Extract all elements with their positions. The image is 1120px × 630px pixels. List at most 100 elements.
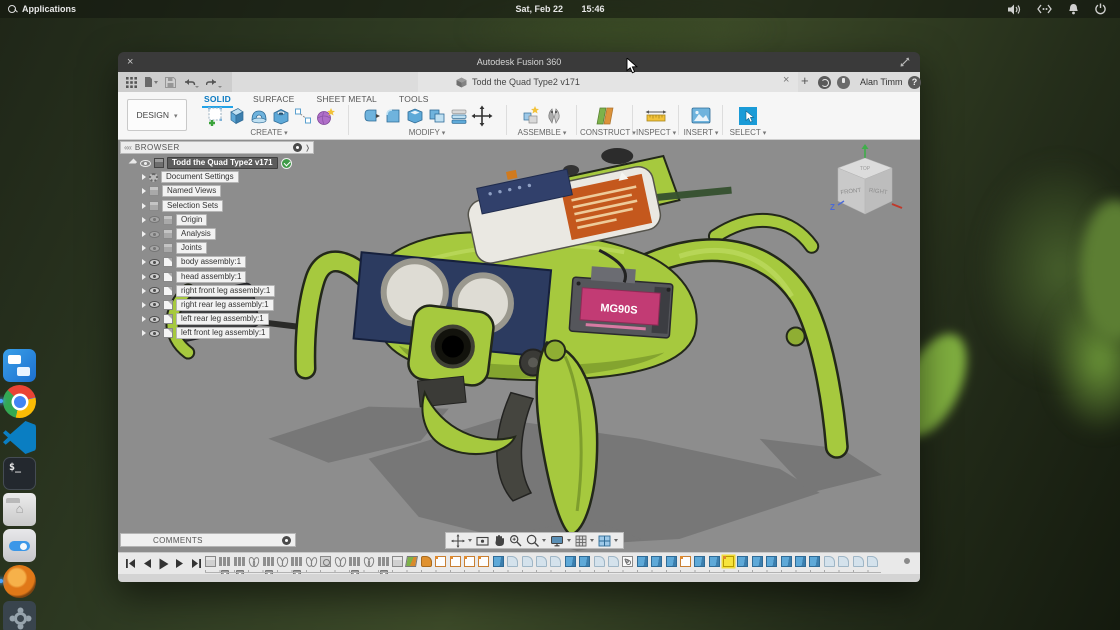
clock[interactable]: Sat, Feb 22 15:46 [0, 4, 1120, 14]
zoom-icon[interactable] [509, 534, 522, 547]
timeline-feature-fillet[interactable] [507, 556, 519, 567]
browser-item[interactable]: Document Settings [120, 170, 314, 184]
viewport-canvas[interactable]: MG90S TOP FRONT RIGHT Z «« BROWSER ❭ Tod… [118, 140, 920, 552]
timeline-feature-joint[interactable] [306, 556, 317, 567]
chevron-down-icon[interactable] [590, 539, 594, 542]
collapse-panel-icon[interactable] [121, 143, 135, 152]
timeline-feature-sketch[interactable] [679, 556, 691, 567]
revolve-icon[interactable] [249, 106, 269, 126]
network-icon[interactable] [1037, 4, 1052, 14]
extensions-icon[interactable] [818, 75, 831, 89]
create-form-icon[interactable] [315, 106, 335, 126]
timeline-feature-joint[interactable] [277, 556, 288, 567]
step-back-icon[interactable] [142, 558, 152, 569]
zoom-window-icon[interactable] [526, 534, 539, 547]
visibility-eye-icon[interactable] [149, 273, 160, 281]
timeline-feature-joint[interactable] [248, 556, 259, 567]
timeline-feature-link[interactable] [622, 556, 634, 567]
browser-item[interactable]: left front leg assembly:1 [120, 326, 314, 340]
chevron-right-icon[interactable] [305, 143, 313, 152]
visibility-eye-icon[interactable] [149, 287, 160, 295]
redo-icon[interactable] [206, 77, 222, 88]
step-forward-icon[interactable] [175, 558, 185, 569]
expand-arrow-icon[interactable] [142, 216, 146, 223]
panel-options-icon[interactable] [292, 143, 302, 152]
timeline-feature-extrude[interactable] [694, 556, 706, 567]
pan-icon[interactable] [493, 534, 505, 547]
timeline-feature-comp[interactable] [233, 557, 245, 577]
browser-item[interactable]: Origin [120, 213, 314, 227]
timeline-feature-extrude[interactable] [766, 556, 778, 567]
volume-icon[interactable] [1008, 4, 1021, 15]
workspace-switcher[interactable]: DESIGN [127, 99, 187, 131]
visibility-eye-icon[interactable] [149, 244, 160, 252]
browser-item[interactable]: right rear leg assembly:1 [120, 298, 314, 312]
expand-arrow-icon[interactable] [142, 202, 146, 209]
dock-system-gear-icon[interactable] [3, 601, 36, 630]
view-cube[interactable]: TOP FRONT RIGHT Z [828, 144, 906, 222]
timeline-feature-extrude[interactable] [665, 556, 677, 567]
dock-chrome-icon[interactable] [0, 385, 36, 418]
visibility-eye-icon[interactable] [149, 301, 160, 309]
timeline-feature-extrude[interactable] [751, 556, 763, 567]
visibility-eye-icon[interactable] [149, 315, 160, 323]
expand-arrow-icon[interactable] [142, 273, 146, 280]
expand-all-icon[interactable] [128, 158, 139, 169]
visibility-eye-icon[interactable] [149, 230, 160, 238]
file-menu-icon[interactable] [144, 76, 158, 88]
group-label-select[interactable]: SELECT [730, 128, 761, 137]
timeline-feature-comp[interactable] [262, 557, 274, 577]
timeline-feature-fillet[interactable] [535, 556, 547, 567]
comments-bar[interactable]: COMMENTS [120, 533, 296, 547]
expand-arrow-icon[interactable] [142, 231, 146, 238]
go-to-end-icon[interactable] [191, 558, 202, 569]
timeline-feature-comp[interactable] [348, 557, 360, 577]
visibility-eye-icon[interactable] [140, 159, 151, 167]
timeline-feature-joint[interactable] [335, 556, 346, 567]
timeline-feature-extrude[interactable] [737, 556, 749, 567]
timeline-feature-fillet[interactable] [593, 556, 605, 567]
dock-vscode-icon[interactable] [3, 421, 36, 454]
combine-icon[interactable] [427, 106, 447, 126]
browser-header[interactable]: BROWSER [120, 141, 314, 154]
timeline-feature-extrude[interactable] [492, 556, 504, 567]
timeline-feature-sketch[interactable] [464, 556, 476, 567]
new-tab-button[interactable]: + [801, 73, 809, 89]
browser-item[interactable]: Joints [120, 241, 314, 255]
timeline-feature-cubealt[interactable] [320, 556, 332, 567]
timeline-ruler[interactable] [205, 570, 881, 573]
orbit-icon[interactable] [451, 533, 465, 548]
joint-icon[interactable] [544, 106, 564, 126]
group-label-modify[interactable]: MODIFY [409, 128, 440, 137]
timeline-feature-fillet[interactable] [823, 556, 835, 567]
expand-arrow-icon[interactable] [142, 330, 146, 337]
insert-image-icon[interactable] [690, 106, 712, 125]
group-label-construct[interactable]: CONSTRUCT [580, 128, 630, 137]
offset-face-icon[interactable] [449, 106, 469, 126]
look-at-icon[interactable] [476, 535, 489, 547]
visibility-eye-icon[interactable] [149, 216, 160, 224]
help-icon[interactable]: ? [908, 75, 921, 89]
group-label-insert[interactable]: INSERT [684, 128, 713, 137]
group-label-inspect[interactable]: INSPECT [636, 128, 671, 137]
fillet-icon[interactable] [383, 106, 403, 126]
timeline-feature-extrude[interactable] [809, 556, 821, 567]
timeline-feature-extrude[interactable] [708, 556, 720, 567]
select-tool-icon[interactable] [738, 106, 758, 126]
document-tab[interactable]: Todd the Quad Type2 v171 [418, 72, 798, 92]
expand-arrow-icon[interactable] [142, 188, 146, 195]
job-status-icon[interactable] [837, 75, 850, 89]
timeline-feature-form[interactable] [420, 556, 432, 567]
undo-icon[interactable] [183, 77, 199, 88]
move-copy-icon[interactable] [471, 105, 493, 127]
timeline-feature-sketch[interactable] [449, 556, 461, 567]
browser-item[interactable]: Selection Sets [120, 199, 314, 213]
construction-plane-icon[interactable] [594, 105, 616, 127]
timeline-feature-fillet[interactable] [838, 556, 850, 567]
browser-item[interactable]: left rear leg assembly:1 [120, 312, 314, 326]
expand-arrow-icon[interactable] [142, 287, 146, 294]
timeline-feature-extrude[interactable] [780, 556, 792, 567]
timeline-settings-gear-icon[interactable] [904, 558, 910, 564]
shell-icon[interactable] [405, 106, 425, 126]
timeline-feature-joint[interactable] [363, 556, 374, 567]
